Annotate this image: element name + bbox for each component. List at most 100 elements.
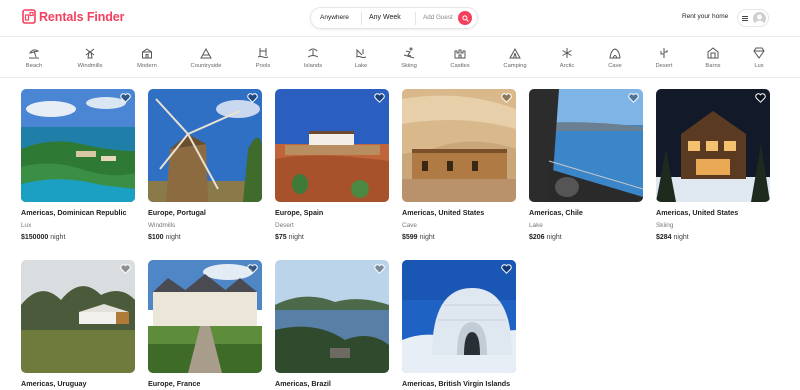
favorite-heart-icon[interactable]: [120, 93, 131, 103]
modern-icon: [142, 48, 152, 59]
listing-location: Europe, Portugal: [148, 208, 206, 217]
category-skiing[interactable]: Skiing: [384, 47, 434, 69]
search-bar[interactable]: Anywhere Any Week Add Guest: [310, 7, 478, 29]
search-divider: [415, 12, 416, 25]
search-button[interactable]: [458, 11, 472, 25]
listing-card[interactable]: Americas, United States Cave $599 night: [402, 89, 516, 241]
camping-icon: [509, 47, 521, 59]
category-islands[interactable]: Islands: [288, 47, 338, 69]
listing-location: Americas, Uruguay: [21, 379, 87, 388]
search-icon: [461, 14, 469, 22]
favorite-heart-icon[interactable]: [374, 93, 385, 103]
category-barns[interactable]: Barns: [688, 47, 738, 69]
favorite-heart-icon[interactable]: [247, 93, 258, 103]
lake-icon: [355, 48, 367, 58]
diamond-icon: [753, 47, 765, 59]
category-modern[interactable]: Modern: [122, 47, 172, 69]
igloo-image: [402, 260, 516, 373]
listing-card[interactable]: Americas, Chile Lake $206 night: [529, 89, 643, 241]
category-bar: Beach Windmills Modern Countryside Pools…: [0, 38, 800, 78]
listing-price: $284 night: [656, 234, 689, 241]
listing-location: Americas, Chile: [529, 208, 583, 217]
coastal-resort-image: [21, 89, 135, 202]
cave-house-image: [402, 89, 516, 202]
listing-category: Skiing: [656, 222, 674, 229]
listing-image[interactable]: [529, 89, 643, 202]
chateau-image: [148, 260, 262, 373]
favorite-heart-icon[interactable]: [247, 264, 258, 274]
favorite-heart-icon[interactable]: [374, 264, 385, 274]
listing-image[interactable]: [148, 89, 262, 202]
listing-card[interactable]: Europe, Spain Desert $75 night: [275, 89, 389, 241]
listing-card[interactable]: Americas, British Virgin Islands: [402, 260, 516, 388]
search-add-guest[interactable]: Add Guest: [423, 14, 453, 21]
listing-price: $206 night: [529, 234, 562, 241]
category-beach[interactable]: Beach: [9, 47, 59, 69]
rent-your-home-link[interactable]: Rent your home: [682, 13, 728, 20]
pool-icon: [257, 48, 269, 58]
category-desert[interactable]: Desert: [639, 47, 689, 69]
logo-text: Rentals Finder: [39, 9, 125, 24]
skiing-icon: [403, 47, 415, 59]
listing-category: Lux: [21, 222, 32, 229]
search-any-week[interactable]: Any Week: [369, 14, 401, 21]
desert-icon: [660, 48, 668, 58]
top-navbar: Rentals Finder Anywhere Any Week Add Gue…: [0, 0, 800, 37]
favorite-heart-icon[interactable]: [501, 93, 512, 103]
logo[interactable]: Rentals Finder: [22, 9, 125, 24]
windmill-image: [148, 89, 262, 202]
menu-icon: [742, 15, 748, 21]
listing-image[interactable]: [21, 260, 135, 373]
category-countryside[interactable]: Countryside: [181, 47, 231, 69]
category-lake[interactable]: Lake: [336, 47, 386, 69]
category-cave[interactable]: Cave: [590, 47, 640, 69]
listing-card[interactable]: Europe, Portugal Windmills $100 night: [148, 89, 262, 241]
listing-image[interactable]: [402, 89, 516, 202]
listing-location: Europe, Spain: [275, 208, 324, 217]
favorite-heart-icon[interactable]: [628, 93, 639, 103]
listing-image[interactable]: [656, 89, 770, 202]
listing-card[interactable]: Americas, United States Skiing $284 nigh…: [656, 89, 770, 241]
listing-price: $599 night: [402, 234, 435, 241]
ski-chalet-image: [656, 89, 770, 202]
category-lux[interactable]: Lux: [734, 47, 784, 69]
listing-location: Americas, British Virgin Islands: [402, 379, 511, 388]
island-icon: [307, 48, 319, 58]
listing-category: Desert: [275, 222, 294, 229]
category-camping[interactable]: Camping: [490, 47, 540, 69]
listing-location: Americas, United States: [402, 208, 485, 217]
listing-card[interactable]: Americas, Uruguay: [21, 260, 135, 388]
listing-image[interactable]: [21, 89, 135, 202]
countryside-icon: [200, 47, 212, 59]
listing-card[interactable]: Americas, Brazil: [275, 260, 389, 388]
listing-location: Americas, Dominican Republic: [21, 208, 127, 217]
listing-location: Americas, United States: [656, 208, 739, 217]
category-pools[interactable]: Pools: [238, 47, 288, 69]
search-anywhere[interactable]: Anywhere: [320, 14, 349, 21]
category-castles[interactable]: Castles: [435, 47, 485, 69]
arctic-icon: [562, 48, 572, 58]
category-windmills[interactable]: Windmills: [65, 47, 115, 69]
logo-icon: [22, 9, 36, 24]
windmill-icon: [85, 48, 95, 59]
category-arctic[interactable]: Arctic: [542, 47, 592, 69]
favorite-heart-icon[interactable]: [501, 264, 512, 274]
cave-icon: [609, 48, 621, 59]
listing-card[interactable]: Americas, Dominican Republic Lux $150000…: [21, 89, 135, 241]
avatar: [753, 12, 766, 25]
listing-image[interactable]: [275, 260, 389, 373]
favorite-heart-icon[interactable]: [755, 93, 766, 103]
listing-category: Lake: [529, 222, 543, 229]
listing-image[interactable]: [402, 260, 516, 373]
listing-price: $150000 night: [21, 234, 66, 241]
lake-view-image: [529, 89, 643, 202]
user-menu-button[interactable]: [737, 9, 769, 27]
listing-price: $75 night: [275, 234, 304, 241]
listing-card[interactable]: Europe, France: [148, 260, 262, 388]
listing-image[interactable]: [275, 89, 389, 202]
favorite-heart-icon[interactable]: [120, 264, 131, 274]
listing-image[interactable]: [148, 260, 262, 373]
desert-house-image: [275, 89, 389, 202]
listing-location: Americas, Brazil: [275, 379, 331, 388]
listing-category: Windmills: [148, 222, 176, 229]
